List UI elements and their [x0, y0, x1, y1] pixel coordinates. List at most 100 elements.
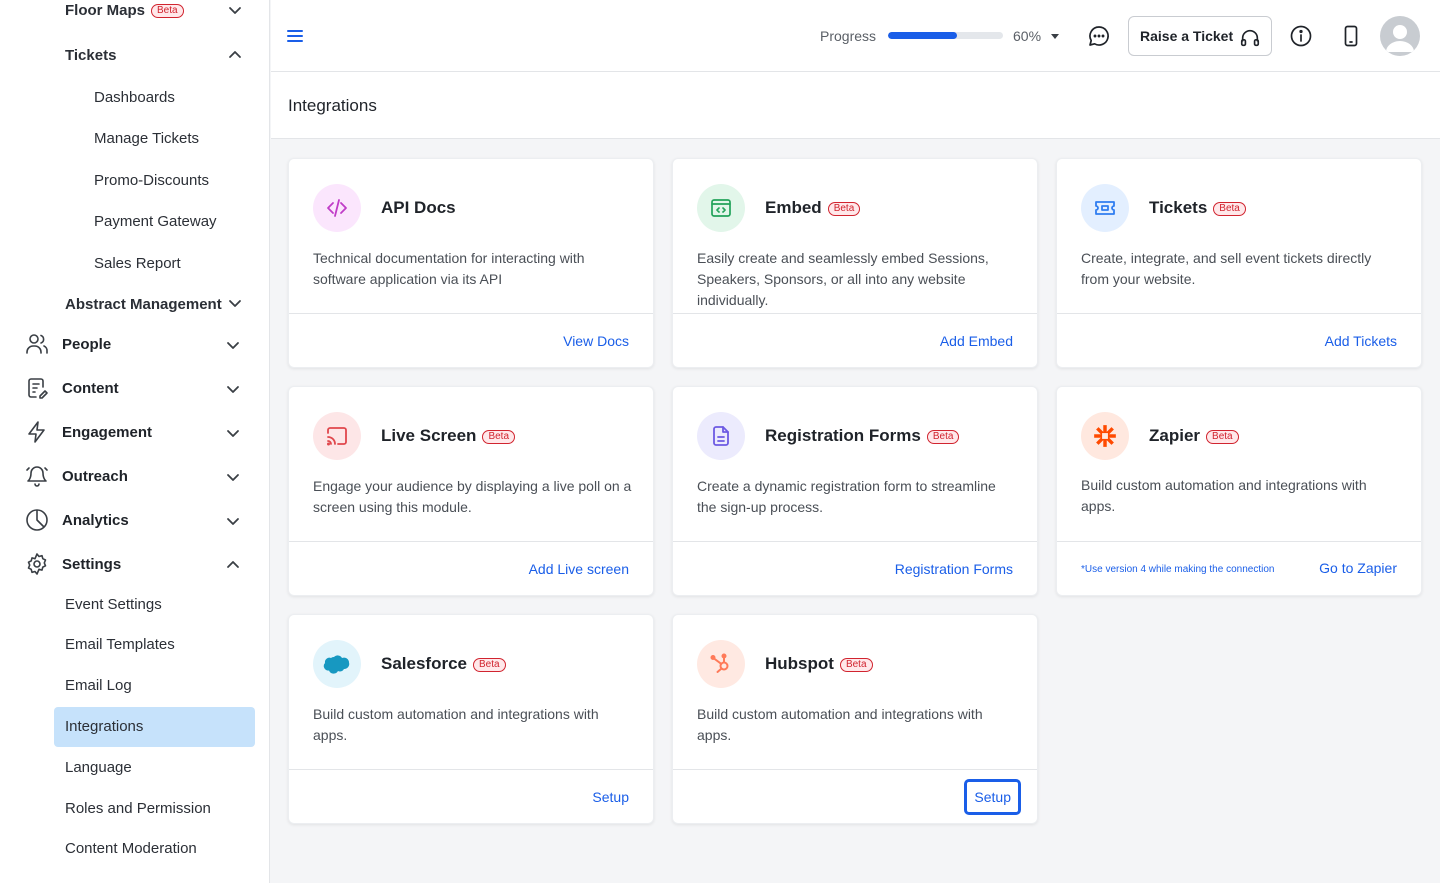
- beta-badge: Beta: [151, 3, 184, 18]
- card-title-text: Hubspot: [765, 654, 834, 673]
- sidebar-item-label: Engagement: [62, 423, 153, 441]
- chevron-down-icon: [227, 386, 239, 393]
- sidebar-item-label: Promo-Discounts: [94, 171, 210, 189]
- view-docs-link[interactable]: View Docs: [563, 333, 629, 349]
- raise-ticket-label: Raise a Ticket: [1140, 28, 1234, 44]
- sidebar-item-floor-maps[interactable]: Floor Maps Beta: [0, 0, 269, 30]
- info-icon[interactable]: [1289, 24, 1313, 48]
- add-live-screen-link[interactable]: Add Live screen: [529, 561, 629, 577]
- sidebar-item-label: Content Moderation: [65, 839, 197, 857]
- sidebar-item-outreach[interactable]: Outreach: [0, 456, 269, 496]
- headset-icon: [1240, 29, 1260, 47]
- sidebar-item-roles-and-permission[interactable]: Roles and Permission: [0, 788, 269, 828]
- sidebar-item-email-templates[interactable]: Email Templates: [0, 624, 269, 664]
- embed-icon-wrap: [697, 184, 745, 232]
- top-bar: Progress 60% Raise a Ticket: [271, 0, 1440, 72]
- sidebar-item-label: Event Settings: [65, 595, 162, 613]
- sidebar-item-engagement[interactable]: Engagement: [0, 412, 269, 452]
- sidebar-item-people[interactable]: People: [0, 324, 269, 364]
- add-embed-link[interactable]: Add Embed: [940, 333, 1013, 349]
- progress-dropdown-caret-icon[interactable]: [1051, 34, 1059, 39]
- avatar[interactable]: [1380, 16, 1420, 56]
- divider: [673, 541, 1037, 542]
- sidebar-item-label: Floor Maps: [65, 1, 146, 19]
- progress-bar: [888, 32, 1003, 39]
- registration-forms-icon-wrap: [697, 412, 745, 460]
- cast-icon: [327, 427, 347, 446]
- hubspot-icon: [710, 653, 729, 673]
- sidebar-item-email-log[interactable]: Email Log: [0, 665, 269, 705]
- sidebar-item-integrations[interactable]: Integrations: [0, 706, 269, 746]
- sidebar-item-manage-tickets[interactable]: Manage Tickets: [0, 118, 269, 158]
- integration-card-live-screen: Live Screen Beta Engage your audience by …: [288, 386, 654, 596]
- page-header: Integrations: [271, 72, 1440, 139]
- sidebar-item-label: People: [62, 335, 112, 353]
- hubspot-setup-button[interactable]: Setup: [964, 779, 1021, 815]
- card-title: Embed Beta: [765, 198, 861, 218]
- zapier-icon: [1094, 425, 1116, 447]
- lightning-icon: [28, 421, 45, 443]
- content-icon: [28, 378, 48, 399]
- sidebar-item-label: Analytics: [62, 511, 129, 529]
- zapier-version-note: *Use version 4 while making the connecti…: [1081, 564, 1275, 575]
- sidebar-item-tickets[interactable]: Tickets: [0, 35, 269, 75]
- beta-badge: Beta: [1213, 201, 1246, 216]
- sidebar-item-content-moderation[interactable]: Content Moderation: [0, 828, 269, 868]
- divider: [289, 313, 653, 314]
- gear-icon: [27, 553, 47, 575]
- card-description: Build custom automation and integrations…: [697, 706, 983, 743]
- sidebar-item-event-settings[interactable]: Event Settings: [0, 584, 269, 624]
- sidebar-item-abstract-management[interactable]: Abstract Management: [0, 284, 269, 324]
- sidebar-item-label: Content: [62, 379, 119, 397]
- card-description: Create, integrate, and sell event ticket…: [1081, 250, 1372, 287]
- card-title: Registration Forms Beta: [765, 426, 960, 446]
- raise-ticket-button[interactable]: Raise a Ticket: [1128, 16, 1272, 56]
- divider: [1057, 313, 1421, 314]
- beta-badge: Beta: [839, 657, 873, 672]
- card-description: Engage your audience by displaying a liv…: [313, 478, 632, 515]
- salesforce-setup-link[interactable]: Setup: [592, 789, 629, 805]
- sidebar: Floor Maps Beta Tickets Dashboards Manage…: [0, 0, 270, 883]
- card-description: Build custom automation and integrations…: [313, 706, 599, 743]
- sidebar-item-settings[interactable]: Settings: [0, 544, 269, 584]
- ticket-icon: [1095, 201, 1115, 215]
- sidebar-item-analytics[interactable]: Analytics: [0, 500, 269, 540]
- hubspot-icon-wrap: [697, 640, 745, 688]
- chat-icon[interactable]: [1087, 24, 1111, 48]
- card-description: Create a dynamic registration form to st…: [697, 478, 996, 515]
- divider: [673, 313, 1037, 314]
- mobile-phone-icon[interactable]: [1339, 24, 1363, 48]
- card-title-text: Tickets: [1149, 198, 1208, 217]
- registration-forms-link[interactable]: Registration Forms: [895, 561, 1013, 577]
- sidebar-item-label: Payment Gateway: [94, 212, 217, 230]
- card-description: Technical documentation for interacting …: [313, 250, 585, 287]
- beta-badge: Beta: [827, 201, 861, 216]
- divider: [673, 769, 1037, 770]
- live-screen-icon-wrap: [313, 412, 361, 460]
- sidebar-item-label: Manage Tickets: [94, 129, 200, 147]
- sidebar-item-payment-gateway[interactable]: Payment Gateway: [0, 201, 269, 241]
- page-title: Integrations: [288, 96, 377, 115]
- user-icon: [1386, 25, 1414, 52]
- sidebar-item-sales-report[interactable]: Sales Report: [0, 243, 269, 283]
- hamburger-menu-icon[interactable]: [287, 28, 303, 44]
- progress-percent: 60%: [1013, 28, 1042, 44]
- add-tickets-link[interactable]: Add Tickets: [1325, 333, 1397, 349]
- chevron-down-icon: [229, 300, 241, 307]
- document-icon: [713, 426, 729, 446]
- chevron-up-icon: [227, 561, 239, 568]
- beta-badge: Beta: [1206, 429, 1239, 444]
- code-icon: [327, 199, 347, 217]
- chevron-down-icon: [227, 518, 239, 525]
- chevron-down-icon: [227, 342, 239, 349]
- sidebar-item-promo-discounts[interactable]: Promo-Discounts: [0, 160, 269, 200]
- sidebar-item-label: Sales Report: [94, 254, 181, 272]
- sidebar-item-dashboards[interactable]: Dashboards: [0, 77, 269, 117]
- beta-badge: Beta: [926, 429, 960, 444]
- integration-card-api-docs: API Docs Technical documentation for int…: [288, 158, 654, 368]
- sidebar-item-content[interactable]: Content: [0, 368, 269, 408]
- bell-icon: [26, 466, 48, 487]
- sidebar-item-language[interactable]: Language: [0, 747, 269, 787]
- go-to-zapier-link[interactable]: Go to Zapier: [1319, 560, 1397, 576]
- sidebar-item-label: Email Templates: [65, 635, 175, 653]
